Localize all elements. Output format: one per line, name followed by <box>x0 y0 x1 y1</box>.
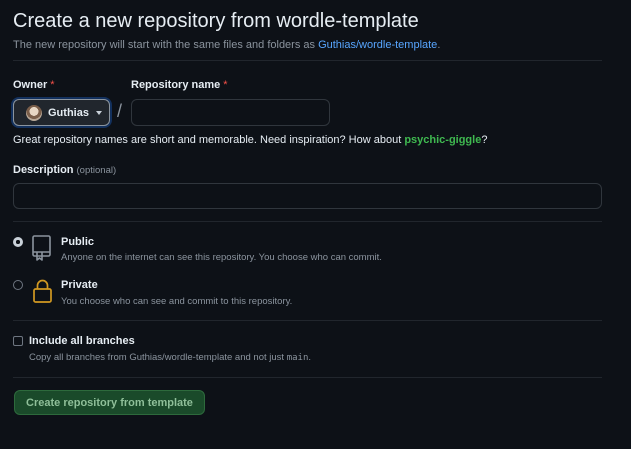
divider <box>13 377 602 378</box>
page-subtitle: The new repository will start with the s… <box>13 39 440 51</box>
branches-desc-end: . <box>308 352 312 363</box>
caret-down-icon <box>95 110 102 115</box>
branches-desc-text: Copy all branches from Guthias/wordle-te… <box>29 352 287 363</box>
repo-name-hint: Great repository names are short and mem… <box>13 134 487 146</box>
repo-name-label-text: Repository name <box>131 79 221 91</box>
subtitle-text: The new repository will start with the s… <box>13 39 319 51</box>
description-input[interactable] <box>13 183 602 209</box>
page-title: Create a new repository from wordle-temp… <box>13 10 419 32</box>
hint-end: ? <box>481 134 488 146</box>
owner-repo-separator: / <box>117 101 123 121</box>
optional-tag: (optional) <box>76 165 117 176</box>
create-repository-button[interactable]: Create repository from template <box>14 390 205 415</box>
template-link[interactable]: Guthias/wordle-template <box>318 39 437 51</box>
description-label-text: Description <box>13 164 74 176</box>
owner-value: Guthias <box>48 106 89 119</box>
divider <box>13 221 602 222</box>
hint-text: Great repository names are short and mem… <box>13 134 405 146</box>
divider <box>13 60 602 61</box>
public-title: Public <box>61 236 95 248</box>
owner-label: Owner * <box>13 79 55 91</box>
divider <box>13 320 602 321</box>
avatar <box>26 104 42 121</box>
subtitle-end: . <box>437 39 441 51</box>
required-mark: * <box>223 79 228 91</box>
repo-name-input[interactable] <box>131 99 330 126</box>
private-radio[interactable] <box>13 280 23 290</box>
branch-name: main <box>286 353 309 363</box>
public-radio[interactable] <box>13 237 23 247</box>
description-label: Description (optional) <box>13 164 116 176</box>
owner-label-text: Owner <box>13 79 48 91</box>
required-mark: * <box>50 79 55 91</box>
include-branches-description: Copy all branches from Guthias/wordle-te… <box>29 352 311 363</box>
repo-name-label: Repository name * <box>131 79 228 91</box>
repo-icon <box>32 235 51 261</box>
include-branches-title: Include all branches <box>29 335 135 347</box>
name-suggestion[interactable]: psychic-giggle <box>404 134 481 146</box>
include-branches-checkbox[interactable] <box>13 336 23 346</box>
public-description: Anyone on the internet can see this repo… <box>61 252 382 263</box>
private-description: You choose who can see and commit to thi… <box>61 296 293 307</box>
owner-dropdown[interactable]: Guthias <box>13 99 110 126</box>
lock-icon <box>33 279 52 303</box>
private-title: Private <box>61 279 98 291</box>
